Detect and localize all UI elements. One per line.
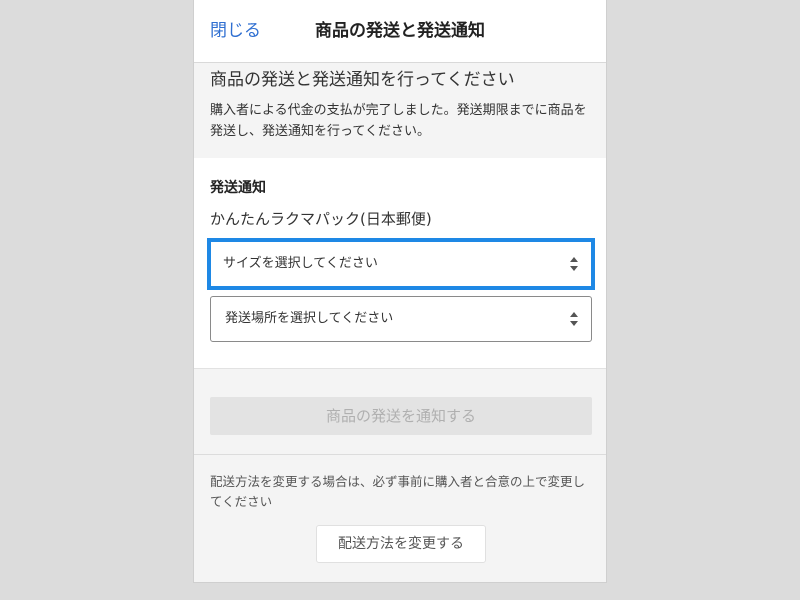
divider: [194, 454, 606, 455]
shipping-method-label: かんたんラクマパック(日本郵便): [210, 210, 432, 228]
place-select-placeholder: 発送場所を選択してください: [225, 311, 394, 326]
place-select[interactable]: 発送場所を選択してください: [210, 296, 592, 342]
intro-body: 購入者による代金の支払が完了しました。発送期限までに商品を発送し、発送通知を行っ…: [210, 103, 587, 139]
page-title: 商品の発送と発送通知: [315, 21, 485, 41]
select-arrows-icon: [569, 254, 579, 274]
intro-heading: 商品の発送と発送通知を行ってください: [210, 70, 515, 90]
select-arrows-icon: [569, 309, 579, 329]
notice-label: 発送通知: [210, 180, 266, 196]
size-select-placeholder: サイズを選択してください: [223, 256, 378, 271]
notify-shipping-button[interactable]: 商品の発送を通知する: [210, 397, 592, 435]
header-bar: 閉じる 商品の発送と発送通知: [194, 0, 606, 63]
size-select[interactable]: サイズを選択してください: [207, 238, 595, 290]
shipping-notice-card: 発送通知 かんたんラクマパック(日本郵便) サイズを選択してください 発送場所を…: [194, 158, 606, 369]
intro-section: 商品の発送と発送通知を行ってください 購入者による代金の支払が完了しました。発送…: [194, 63, 606, 158]
change-method-button[interactable]: 配送方法を変更する: [316, 525, 486, 563]
change-method-note: 配送方法を変更する場合は、必ず事前に購入者と合意の上で変更してください: [210, 474, 586, 509]
app-screen: 閉じる 商品の発送と発送通知 商品の発送と発送通知を行ってください 購入者による…: [193, 0, 607, 583]
